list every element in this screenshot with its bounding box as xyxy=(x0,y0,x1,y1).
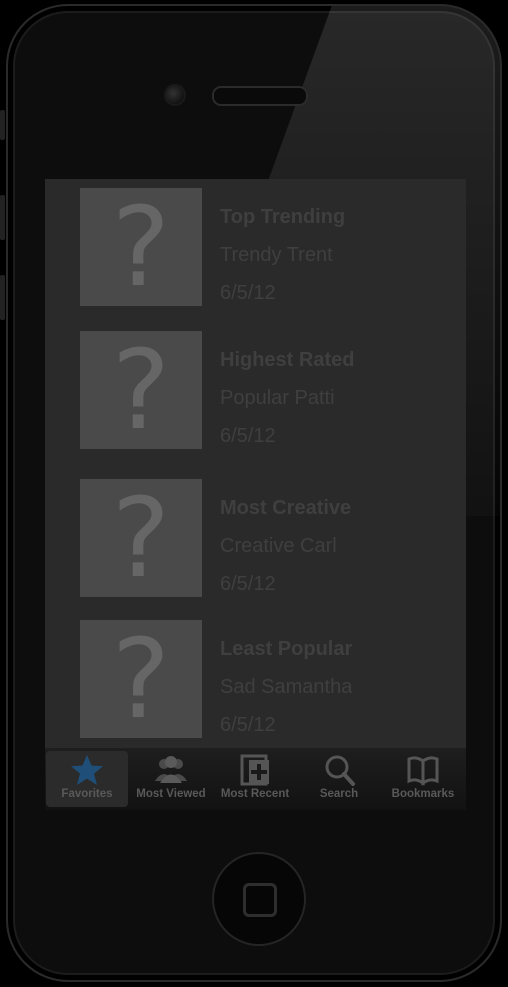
volume-down-button xyxy=(0,275,5,320)
tab-bookmarks[interactable]: Bookmarks xyxy=(382,751,464,807)
thumbnail-placeholder: ? xyxy=(80,620,202,738)
earpiece-speaker xyxy=(212,86,308,106)
plus-page-icon xyxy=(240,754,269,786)
tab-search[interactable]: Search xyxy=(298,751,380,807)
tab-label: Bookmarks xyxy=(391,788,455,800)
home-square-icon xyxy=(243,883,277,917)
item-author: Trendy Trent xyxy=(220,244,333,266)
item-author: Sad Samantha xyxy=(220,676,353,698)
book-icon xyxy=(407,756,439,786)
people-icon xyxy=(155,756,187,783)
tab-label: Most Recent xyxy=(220,788,290,800)
item-date: 6/5/12 xyxy=(220,425,276,447)
list-item[interactable]: ? Least Popular Sad Samantha 6/5/12 xyxy=(80,620,460,738)
tab-most-viewed[interactable]: Most Viewed xyxy=(130,751,212,807)
volume-up-button xyxy=(0,195,5,240)
list-item[interactable]: ? Highest Rated Popular Patti 6/5/12 xyxy=(80,331,460,449)
magnifier-icon xyxy=(325,755,355,786)
item-date: 6/5/12 xyxy=(220,573,276,595)
item-title: Least Popular xyxy=(220,638,353,660)
tab-favorites[interactable]: Favorites xyxy=(46,751,128,807)
item-title: Most Creative xyxy=(220,497,352,519)
question-mark-icon: ? xyxy=(111,474,171,602)
list-item[interactable]: ? Most Creative Creative Carl 6/5/12 xyxy=(80,479,460,597)
item-title: Highest Rated xyxy=(220,349,355,371)
item-author: Popular Patti xyxy=(220,387,335,409)
question-mark-icon: ? xyxy=(111,615,171,743)
item-date: 6/5/12 xyxy=(220,714,276,736)
list-item[interactable]: ? Top Trending Trendy Trent 6/5/12 xyxy=(80,188,460,306)
item-author: Creative Carl xyxy=(220,535,337,557)
tab-label: Search xyxy=(319,788,359,800)
thumbnail-placeholder: ? xyxy=(80,331,202,449)
tab-bar: Favorites Most Viewed Most Recent Search… xyxy=(45,748,466,810)
question-mark-icon: ? xyxy=(111,183,171,311)
tab-label: Most Viewed xyxy=(136,788,206,800)
mute-switch xyxy=(0,110,5,140)
home-button[interactable] xyxy=(212,852,306,946)
item-title: Top Trending xyxy=(220,206,346,228)
question-mark-icon: ? xyxy=(111,326,171,454)
tab-most-recent[interactable]: Most Recent xyxy=(214,751,296,807)
tab-label: Favorites xyxy=(61,788,113,800)
item-date: 6/5/12 xyxy=(220,282,276,304)
app-screen: ? Top Trending Trendy Trent 6/5/12 ? Hig… xyxy=(45,179,466,810)
thumbnail-placeholder: ? xyxy=(80,479,202,597)
thumbnail-placeholder: ? xyxy=(80,188,202,306)
star-icon xyxy=(71,755,103,785)
front-camera xyxy=(164,84,186,106)
